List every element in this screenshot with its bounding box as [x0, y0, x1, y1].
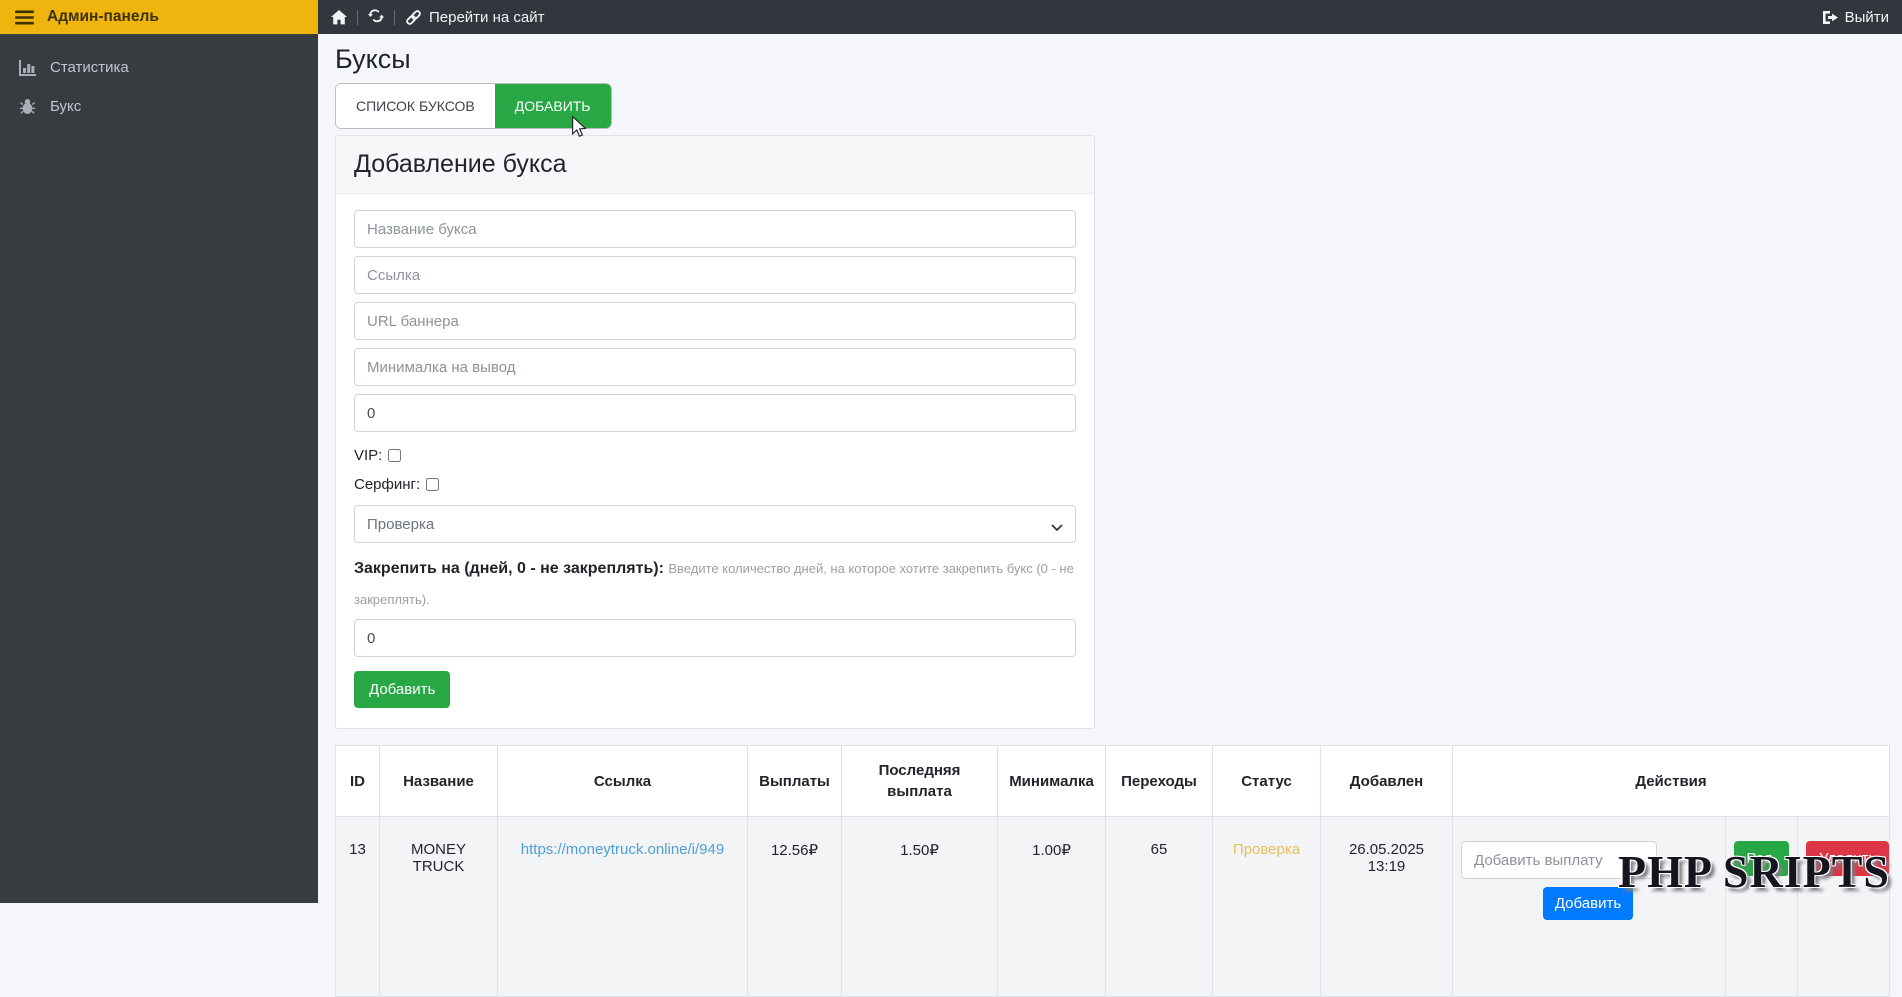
panel-title: Добавление букса [336, 136, 1094, 194]
sidebar-item-label: Букс [50, 98, 81, 115]
cell-add-payout: Добавить [1453, 817, 1726, 997]
cell-transitions: 65 [1106, 817, 1213, 997]
pin-days-input[interactable] [354, 619, 1076, 657]
brand-header[interactable]: Админ-панель [0, 0, 318, 34]
vip-label: VIP: [354, 447, 382, 464]
main-content: Буксы СПИСОК БУКСОВ ДОБАВИТЬ Добавление … [318, 34, 1902, 903]
sidebar-item-statistics[interactable]: Статистика [0, 48, 318, 87]
buks-name-input[interactable] [354, 210, 1076, 248]
status-select-wrap: Проверка [354, 505, 1076, 543]
add-buks-form: VIP: Серфинг: Проверка Закрепить на (дне… [336, 194, 1094, 728]
sidebar: Админ-панель Статистика Букс [0, 0, 318, 903]
col-header-transitions: Переходы [1106, 746, 1213, 817]
page-title: Буксы [335, 44, 1885, 75]
cell-name: MONEY TRUCK [380, 817, 498, 997]
sidebar-item-buks[interactable]: Букс [0, 87, 318, 126]
brand-title: Админ-панель [47, 8, 159, 26]
navbar-divider [394, 10, 395, 25]
surfing-checkbox-row: Серфинг: [354, 476, 1076, 493]
status-badge: Проверка [1213, 817, 1321, 997]
hamburger-icon[interactable] [15, 10, 34, 25]
sidebar-item-label: Статистика [50, 59, 129, 76]
pin-days-label-row: Закрепить на (дней, 0 - не закреплять): … [354, 553, 1076, 615]
go-to-site-label: Перейти на сайт [429, 9, 545, 26]
vip-checkbox[interactable] [388, 449, 401, 462]
bug-icon [17, 98, 37, 115]
refresh-icon [368, 9, 384, 25]
col-header-last-payout: Последняя выплата [842, 746, 998, 817]
pin-days-label: Закрепить на (дней, 0 - не закреплять): [354, 560, 664, 577]
buks-link-input[interactable] [354, 256, 1076, 294]
add-buks-submit-button[interactable]: Добавить [354, 671, 450, 708]
bar-chart-icon [17, 60, 37, 76]
ref-percent-input[interactable] [354, 394, 1076, 432]
col-header-payouts: Выплаты [748, 746, 842, 817]
col-header-id: ID [336, 746, 380, 817]
home-icon [331, 10, 347, 25]
add-buks-panel: Добавление букса VIP: Серфинг: Проверка [335, 135, 1095, 729]
refresh-button[interactable] [368, 9, 384, 25]
tab-buks-list[interactable]: СПИСОК БУКСОВ [336, 84, 495, 128]
cell-payouts: 12.56₽ [748, 817, 842, 997]
navbar-divider [357, 10, 358, 25]
vip-checkbox-row: VIP: [354, 447, 1076, 464]
surfing-label: Серфинг: [354, 476, 420, 493]
col-header-link: Ссылка [498, 746, 748, 817]
cell-edit: Ред. [1726, 817, 1798, 997]
table-header-row: ID Название Ссылка Выплаты Последняя вып… [336, 746, 1890, 817]
min-withdraw-input[interactable] [354, 348, 1076, 386]
mouse-cursor-icon [570, 116, 588, 143]
col-header-status: Статус [1213, 746, 1321, 817]
go-to-site-link[interactable]: Перейти на сайт [405, 9, 545, 26]
col-header-actions: Действия [1453, 746, 1890, 817]
col-header-name: Название [380, 746, 498, 817]
tab-add-buks[interactable]: ДОБАВИТЬ [495, 84, 611, 128]
cell-added: 26.05.2025 13:19 [1321, 817, 1453, 997]
top-navbar: Перейти на сайт Выйти [318, 0, 1902, 34]
cell-link: https://moneytruck.online/i/949 [498, 817, 748, 997]
home-button[interactable] [331, 10, 347, 25]
logout-label: Выйти [1845, 9, 1889, 26]
col-header-added: Добавлен [1321, 746, 1453, 817]
cell-last-payout: 1.50₽ [842, 817, 998, 997]
cell-id: 13 [336, 817, 380, 997]
col-header-min: Минималка [998, 746, 1106, 817]
sign-out-icon [1822, 10, 1838, 25]
watermark-text: PHP SRIPTS [1618, 845, 1890, 898]
cell-min-payout: 1.00₽ [998, 817, 1106, 997]
logout-button[interactable]: Выйти [1822, 9, 1889, 26]
table-row: 13 MONEY TRUCK https://moneytruck.online… [336, 817, 1890, 997]
buks-url-link[interactable]: https://moneytruck.online/i/949 [521, 841, 724, 858]
sidebar-menu: Статистика Букс [0, 34, 318, 126]
link-icon [405, 9, 422, 26]
surfing-checkbox[interactable] [426, 478, 439, 491]
cell-delete: Удалить [1798, 817, 1890, 997]
status-select[interactable]: Проверка [354, 505, 1076, 543]
banner-url-input[interactable] [354, 302, 1076, 340]
